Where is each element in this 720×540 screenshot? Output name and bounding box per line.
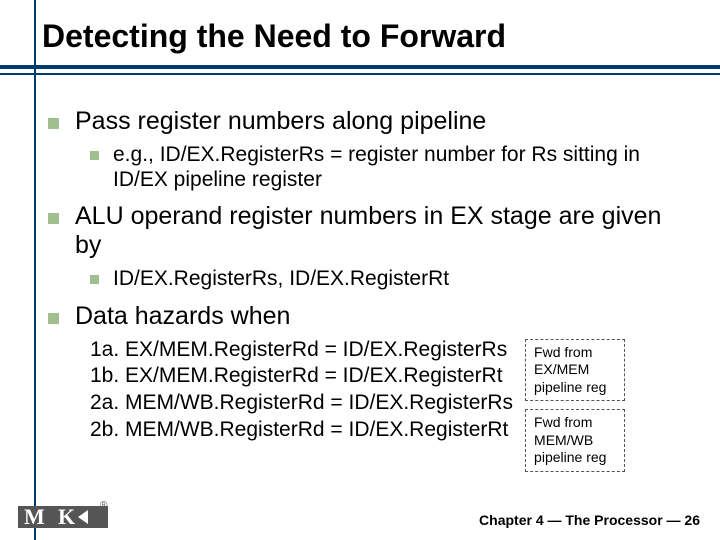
square-bullet-icon	[48, 213, 59, 224]
fwd-box-memwb: Fwd from MEM/WB pipeline reg	[525, 409, 625, 472]
hazard-2b: 2b. MEM/WB.RegisterRd = ID/EX.RegisterRt	[90, 417, 513, 444]
footer-text: Chapter 4 — The Processor — 26	[479, 512, 700, 528]
horizontal-rules	[0, 61, 720, 85]
bullet-1-text: Pass register numbers along pipeline	[75, 107, 486, 136]
hazards-row: 1a. EX/MEM.RegisterRd = ID/EX.RegisterRs…	[48, 337, 682, 472]
hazard-1a: 1a. EX/MEM.RegisterRd = ID/EX.RegisterRs	[90, 337, 513, 364]
bullet-2: ALU operand register numbers in EX stage…	[48, 202, 682, 260]
content-area: Pass register numbers along pipeline e.g…	[48, 107, 682, 472]
bullet-2a-text: ID/EX.RegisterRs, ID/EX.RegisterRt	[113, 266, 449, 291]
square-bullet-icon	[48, 313, 59, 324]
square-bullet-icon	[90, 151, 99, 160]
square-bullet-icon	[90, 275, 99, 284]
bullet-2-text: ALU operand register numbers in EX stage…	[75, 202, 682, 260]
square-bullet-icon	[48, 118, 59, 129]
hazards-list: 1a. EX/MEM.RegisterRd = ID/EX.RegisterRs…	[90, 337, 513, 445]
hazard-2a: 2a. MEM/WB.RegisterRd = ID/EX.RegisterRs	[90, 390, 513, 417]
bullet-2a: ID/EX.RegisterRs, ID/EX.RegisterRt	[90, 266, 682, 291]
bullet-3-text: Data hazards when	[75, 302, 290, 331]
forward-boxes: Fwd from EX/MEM pipeline reg Fwd from ME…	[525, 339, 625, 472]
slide-title: Detecting the Need to Forward	[42, 18, 682, 55]
fwd-box-exmem: Fwd from EX/MEM pipeline reg	[525, 339, 625, 402]
bullet-1a: e.g., ID/EX.RegisterRs = register number…	[90, 142, 682, 192]
bullet-3: Data hazards when	[48, 302, 682, 331]
publisher-logo: M K ®	[18, 502, 108, 532]
bullet-1: Pass register numbers along pipeline	[48, 107, 682, 136]
hazard-1b: 1b. EX/MEM.RegisterRd = ID/EX.RegisterRt	[90, 363, 513, 390]
slide-container: Detecting the Need to Forward Pass regis…	[0, 0, 720, 540]
bullet-1a-text: e.g., ID/EX.RegisterRs = register number…	[113, 142, 682, 192]
